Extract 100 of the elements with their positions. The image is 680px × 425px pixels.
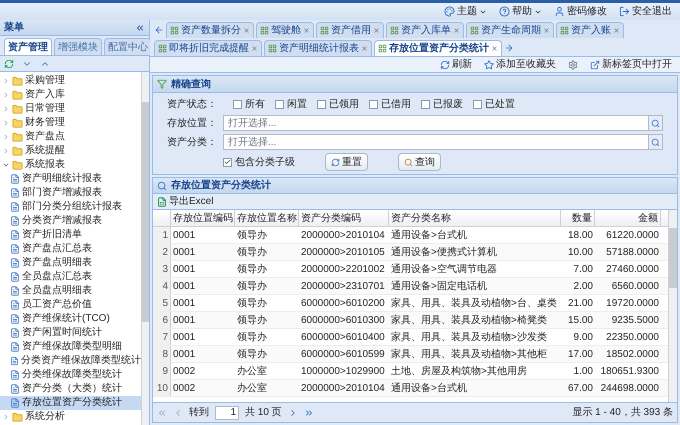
column-header[interactable]: 资产分类编码	[299, 210, 389, 226]
refresh-icon	[440, 60, 450, 70]
tree-item[interactable]: 财务管理	[0, 116, 141, 130]
tree-item[interactable]: 资产分类（大类）统计	[0, 382, 141, 396]
toolbar-button[interactable]: 刷新	[440, 57, 472, 72]
row-number: 1	[153, 227, 171, 243]
search-button[interactable]	[649, 115, 663, 131]
close-icon[interactable]	[543, 27, 550, 34]
status-checkbox[interactable]: 已处置	[473, 96, 515, 112]
tree-item[interactable]: 分类资产增减报表	[0, 214, 141, 228]
column-header[interactable]: 资产分类名称	[389, 210, 561, 226]
tab[interactable]: 资产生命周期	[466, 22, 554, 38]
table-cell-text: 67.00	[566, 382, 594, 396]
row-number: 3	[153, 261, 171, 277]
table-cell-text: 2000000>2201002	[300, 262, 386, 276]
tree-item[interactable]: 全员盘点明细表	[0, 284, 141, 298]
tree-item[interactable]: 资产维保统计(TCO)	[0, 312, 141, 326]
search-button[interactable]	[649, 134, 663, 150]
column-header[interactable]: 存放位置编码	[171, 210, 235, 226]
tree-item[interactable]: 系统分析	[0, 410, 141, 424]
close-icon[interactable]	[373, 27, 380, 34]
sidebar-tab[interactable]: 资产管理	[4, 38, 52, 55]
tab[interactable]: 资产借用	[316, 22, 384, 38]
tree-item[interactable]: 日常管理	[0, 102, 141, 116]
last-page-icon[interactable]	[304, 408, 314, 418]
tree-item[interactable]: 资产盘点	[0, 130, 141, 144]
close-icon[interactable]	[361, 45, 368, 52]
tree-item[interactable]: 分类资产维保故障类型统计	[0, 354, 141, 368]
tree-item[interactable]: 部门分类分组统计报表	[0, 200, 141, 214]
sidebar-tab[interactable]: 增强模块	[54, 38, 102, 55]
tab[interactable]: 存放位置资产分类统计	[374, 40, 502, 56]
table-cell-text: 6560.0000	[610, 280, 660, 294]
column-header[interactable]: 数量	[561, 210, 595, 226]
settings-icon[interactable]	[568, 60, 578, 70]
table-cell-text: 2000000>2010105	[300, 246, 386, 260]
scroll-right-icon[interactable]	[504, 43, 514, 53]
refresh-icon[interactable]	[4, 58, 14, 68]
tab[interactable]: 资产明细统计报表	[264, 40, 372, 56]
tree-item[interactable]: 系统提醒	[0, 144, 141, 158]
tree-item[interactable]: 全员盘点汇总表	[0, 270, 141, 284]
status-checkbox[interactable]: 已报废	[421, 96, 463, 112]
column-header[interactable]: 金额	[595, 210, 661, 226]
header-link[interactable]: 帮助	[499, 4, 542, 19]
header-link[interactable]: 密码修改	[554, 4, 607, 19]
scroll-left-icon[interactable]	[154, 25, 164, 35]
picker-field[interactable]: 打开选择...	[223, 134, 649, 150]
tree-item[interactable]: 员工资产总价值	[0, 298, 141, 312]
action-button[interactable]: 查询	[398, 153, 441, 171]
collapse-icon[interactable]	[135, 22, 145, 32]
scrollbar[interactable]	[668, 210, 677, 402]
tree-item[interactable]: 部门资产增减报表	[0, 186, 141, 200]
table-cell-text: 1.00	[572, 364, 594, 378]
tab[interactable]: 资产数量拆分	[166, 22, 254, 38]
page-field[interactable]: 1	[215, 406, 239, 420]
tab[interactable]: 资产入账	[556, 22, 624, 38]
picker-field[interactable]: 打开选择...	[223, 115, 649, 131]
tab[interactable]: 驾驶舱	[256, 22, 314, 38]
tree-item[interactable]: 资产折旧清单	[0, 228, 141, 242]
scrollbar[interactable]	[141, 72, 149, 425]
collapse-icon[interactable]	[2, 161, 10, 169]
tree-item[interactable]: 采购管理	[0, 74, 141, 88]
status-checkbox[interactable]: 闲置	[275, 96, 307, 112]
first-page-icon[interactable]	[157, 408, 167, 418]
tree-item[interactable]: 存放位置资产分类统计	[0, 396, 141, 410]
export-button[interactable]: 导出Excel	[157, 194, 214, 209]
tree-item[interactable]: 系统报表	[0, 158, 141, 172]
close-icon[interactable]	[251, 45, 258, 52]
tree-item[interactable]: 资产入库	[0, 88, 141, 102]
table-cell-text: 6000000>6010200	[300, 296, 386, 310]
action-button[interactable]: 重置	[325, 153, 368, 171]
tree-item[interactable]: 资产明细统计报表	[0, 172, 141, 186]
tree-item[interactable]: 资产盘点汇总表	[0, 242, 141, 256]
status-checkbox[interactable]: 已领用	[317, 96, 359, 112]
toolbar-button[interactable]: 新标签页中打开	[590, 57, 672, 72]
close-icon[interactable]	[243, 27, 250, 34]
tab[interactable]: 即将折旧完成提醒	[154, 40, 262, 56]
folder-icon	[12, 104, 23, 114]
table-cell-text: 22350.0000	[605, 330, 660, 344]
report-icon	[10, 188, 20, 198]
include-children-checkbox[interactable]: 包含分类子级	[223, 154, 295, 170]
folder-icon	[12, 146, 23, 156]
tree-item[interactable]: 资产盘点明细表	[0, 256, 141, 270]
sidebar-tab[interactable]: 配置中心	[104, 38, 152, 55]
tree-item[interactable]: 资产维保故障类型明细	[0, 340, 141, 354]
header-link[interactable]: 安全退出	[619, 4, 672, 19]
help-icon	[499, 6, 510, 17]
close-icon[interactable]	[613, 27, 620, 34]
column-header[interactable]: 存放位置名称	[235, 210, 299, 226]
status-checkbox[interactable]: 所有	[233, 96, 265, 112]
tree-item[interactable]: 资产闲置时间统计	[0, 326, 141, 340]
status-checkbox[interactable]: 已借用	[369, 96, 411, 112]
close-icon[interactable]	[453, 27, 460, 34]
expand-icon[interactable]	[2, 413, 10, 421]
close-icon[interactable]	[303, 27, 310, 34]
tree-item[interactable]: 分类维保故障类型统计	[0, 368, 141, 382]
tab[interactable]: 资产入库单	[386, 22, 464, 38]
toolbar-button[interactable]: 添加至收藏夹	[484, 57, 556, 72]
header-link[interactable]: 主题	[444, 4, 487, 19]
table-cell-text: 18.00	[566, 228, 594, 242]
close-icon[interactable]	[491, 45, 498, 52]
